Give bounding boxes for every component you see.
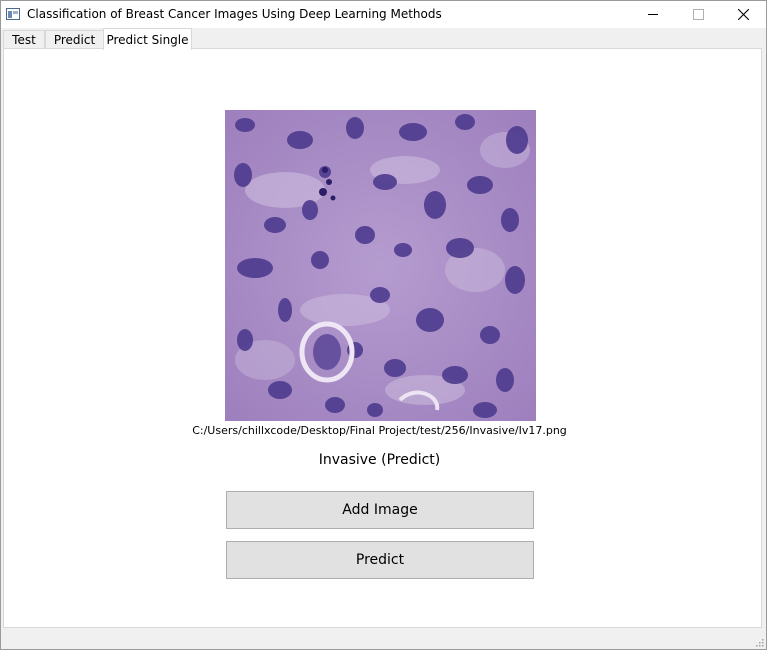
prediction-result-label: Invasive (Predict) (318, 452, 441, 468)
tab-bar: Test Predict Predict Single (1, 28, 766, 50)
size-grip-icon[interactable] (754, 637, 764, 647)
tab-predict-single[interactable]: Predict Single (103, 28, 192, 50)
histology-image-graphic (225, 110, 536, 421)
image-path-label: C:/Users/chillxcode/Desktop/Final Projec… (192, 424, 567, 437)
predict-single-panel: C:/Users/chillxcode/Desktop/Final Projec… (3, 48, 762, 628)
window-title: Classification of Breast Cancer Images U… (27, 7, 442, 21)
maximize-icon (693, 9, 704, 20)
app-window: Classification of Breast Cancer Images U… (0, 0, 767, 650)
maximize-button[interactable] (676, 1, 721, 28)
histology-image (225, 110, 536, 421)
add-image-button[interactable]: Add Image (226, 491, 534, 529)
minimize-button[interactable] (631, 1, 676, 28)
status-bar (1, 629, 766, 649)
close-button[interactable] (721, 1, 766, 28)
title-bar[interactable]: Classification of Breast Cancer Images U… (1, 1, 766, 28)
app-icon (6, 8, 20, 20)
predict-button[interactable]: Predict (226, 541, 534, 579)
minimize-icon (648, 14, 658, 15)
close-icon (738, 9, 749, 20)
tab-predict[interactable]: Predict (45, 30, 104, 49)
tab-test[interactable]: Test (3, 30, 45, 49)
